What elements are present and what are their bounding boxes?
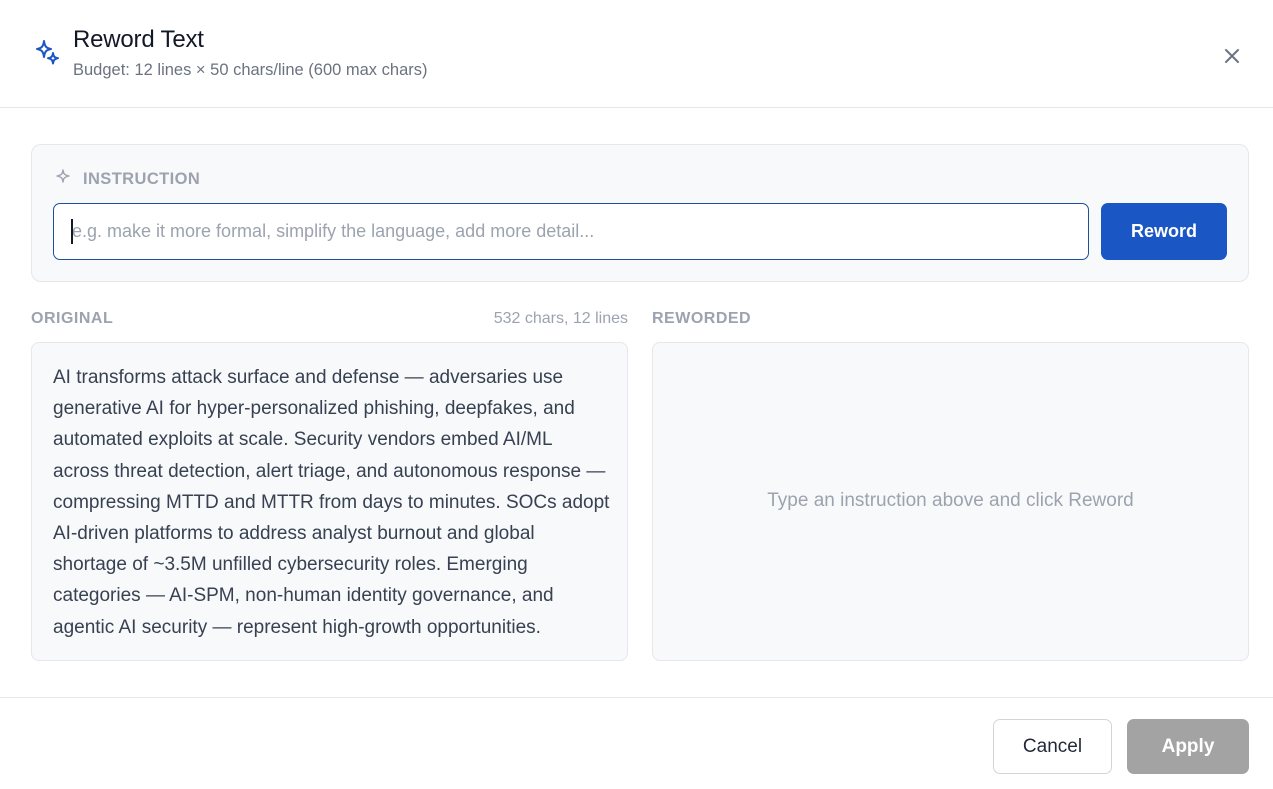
text-caret <box>71 219 73 244</box>
sparkles-icon <box>36 40 59 65</box>
footer-divider <box>0 697 1273 698</box>
dialog-header: Reword Text Budget: 12 lines × 50 chars/… <box>0 0 1273 108</box>
original-label: ORIGINAL <box>31 310 114 327</box>
dialog-subtitle: Budget: 12 lines × 50 chars/line (600 ma… <box>73 61 428 79</box>
apply-button[interactable]: Apply <box>1127 719 1249 774</box>
original-char-count: 532 chars, 12 lines <box>493 310 628 327</box>
reword-button[interactable]: Reword <box>1101 203 1227 260</box>
dialog-title: Reword Text <box>73 26 204 53</box>
close-button[interactable] <box>1219 43 1245 69</box>
original-text: AI transforms attack surface and defense… <box>53 367 610 638</box>
close-icon <box>1225 49 1239 63</box>
reworded-empty-hint: Type an instruction above and click Rewo… <box>767 490 1134 511</box>
instruction-input[interactable] <box>53 203 1089 260</box>
cancel-button[interactable]: Cancel <box>993 719 1112 774</box>
sparkle-icon <box>56 169 70 183</box>
reworded-label: REWORDED <box>652 310 752 327</box>
instruction-label: INSTRUCTION <box>83 170 201 188</box>
